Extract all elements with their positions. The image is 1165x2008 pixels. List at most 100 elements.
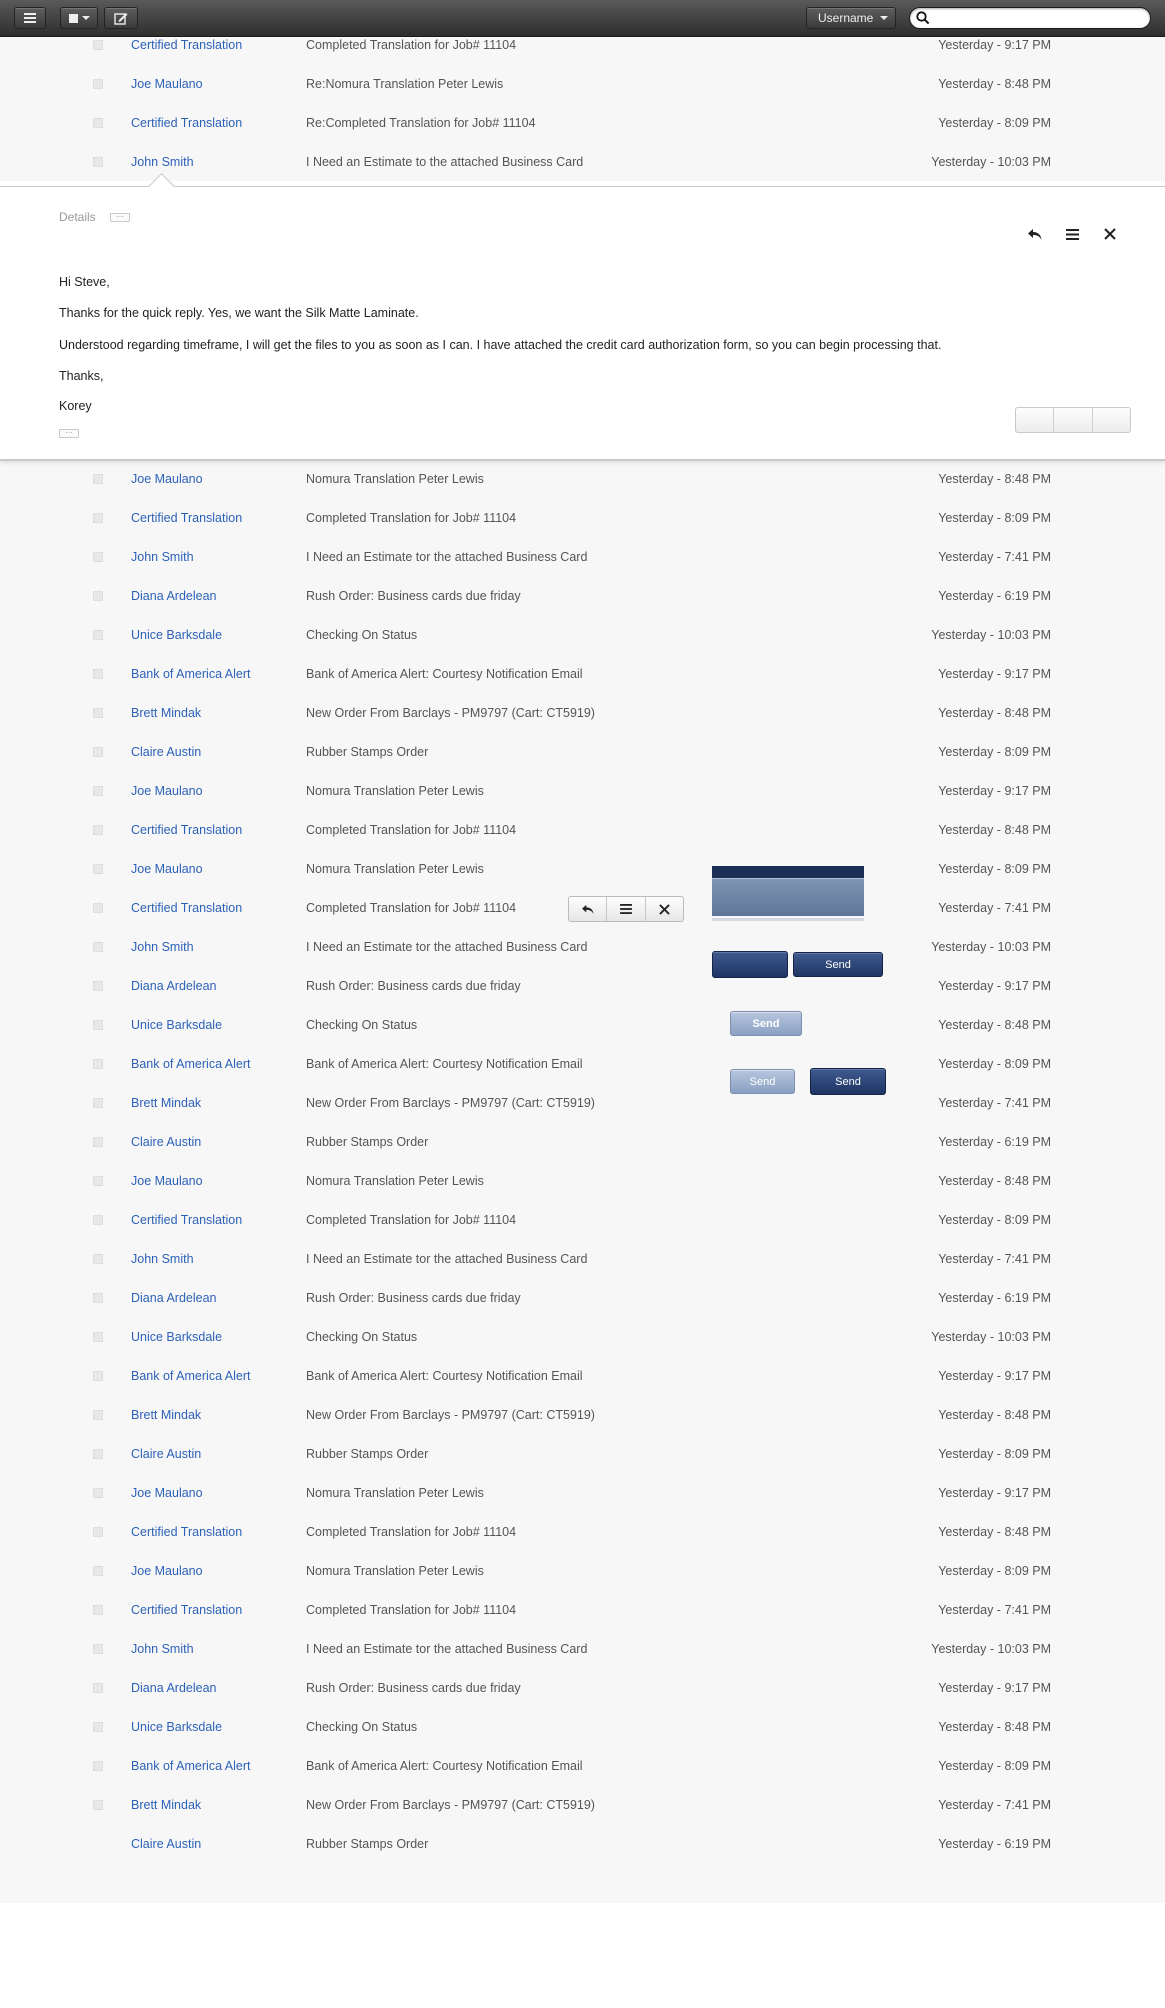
sender-link[interactable]: Certified Translation [131,1213,242,1227]
sender-link[interactable]: Joe Maulano [131,472,203,486]
sender-link[interactable]: Bank of America Alert [131,667,251,681]
username-dropdown[interactable]: Username [806,7,896,29]
row-checkbox[interactable] [93,786,103,796]
row-checkbox[interactable] [93,942,103,952]
message-row[interactable]: Joe Maulano Nomura Translation Peter Lewi… [0,459,1165,498]
row-checkbox[interactable] [93,1527,103,1537]
sender-link[interactable]: Diana Ardelean [131,1291,216,1305]
reply-button[interactable] [1022,221,1048,247]
row-checkbox[interactable] [93,1683,103,1693]
message-row[interactable]: Joe Maulano Nomura Translation Peter Lewi… [0,771,1165,810]
sender-link[interactable]: Unice Barksdale [131,628,222,642]
sender-link[interactable]: Joe Maulano [131,862,203,876]
sender-link[interactable]: Joe Maulano [131,1564,203,1578]
send-button-disabled[interactable]: Send [730,1069,795,1094]
search-box[interactable] [909,7,1151,29]
sender-link[interactable]: Certified Translation [131,1525,242,1539]
row-checkbox[interactable] [93,1488,103,1498]
row-checkbox[interactable] [93,118,103,128]
row-checkbox[interactable] [93,630,103,640]
row-checkbox[interactable] [93,157,103,167]
send-button-light[interactable]: Send [730,1011,802,1036]
blank-blue-button[interactable] [712,951,788,978]
sender-link[interactable]: Diana Ardelean [131,979,216,993]
message-row[interactable]: Unice Barksdale Checking On Status Yesterd… [0,1005,1165,1044]
row-checkbox[interactable] [93,864,103,874]
pane-menu-button[interactable] [1059,221,1085,247]
row-checkbox[interactable] [93,591,103,601]
row-checkbox[interactable] [93,1410,103,1420]
message-row[interactable]: Brett Mindak New Order From Barclays - PM… [0,1785,1165,1824]
sender-link[interactable]: Certified Translation [131,901,242,915]
row-checkbox[interactable] [93,1722,103,1732]
row-checkbox[interactable] [93,1449,103,1459]
message-row[interactable]: Certified Translation Completed Translati… [0,810,1165,849]
sender-link[interactable]: Claire Austin [131,1447,201,1461]
row-checkbox[interactable] [93,79,103,89]
message-row[interactable]: Diana Ardelean Rush Order: Business cards… [0,1278,1165,1317]
sender-link[interactable]: Unice Barksdale [131,1720,222,1734]
message-row[interactable]: Claire Austin Rubber Stamps Order Yesterda… [0,732,1165,771]
sender-link[interactable]: Brett Mindak [131,1408,201,1422]
row-checkbox[interactable] [93,1605,103,1615]
sender-link[interactable]: Joe Maulano [131,1486,203,1500]
menu-button[interactable] [607,897,646,921]
message-row[interactable]: John Smith I Need an Estimate tor the att… [0,927,1165,966]
message-row[interactable]: Certified Translation Completed Translati… [0,1512,1165,1551]
sender-link[interactable]: Claire Austin [131,1135,201,1149]
sender-link[interactable]: Bank of America Alert [131,1369,251,1383]
sender-link[interactable]: Certified Translation [131,823,242,837]
sender-link[interactable]: Joe Maulano [131,1174,203,1188]
message-row[interactable]: Claire Austin Rubber Stamps Order Yesterda… [0,1434,1165,1473]
close-button[interactable] [646,897,683,921]
sender-link[interactable]: John Smith [131,940,194,954]
row-checkbox[interactable] [93,903,103,913]
message-row[interactable]: John Smith I Need an Estimate to the atta… [0,142,1165,181]
details-toggle[interactable]: ··· [110,213,130,222]
sender-link[interactable]: Certified Translation [131,38,242,52]
row-checkbox[interactable] [93,1761,103,1771]
row-checkbox[interactable] [93,1371,103,1381]
message-row[interactable]: Unice Barksdale Checking On Status Yesterd… [0,1707,1165,1746]
send-button[interactable]: Send [810,1068,886,1095]
sender-link[interactable]: Certified Translation [131,1603,242,1617]
row-checkbox[interactable] [93,708,103,718]
sender-link[interactable]: Brett Mindak [131,1096,201,1110]
message-row[interactable]: Diana Ardelean Rush Order: Business cards… [0,1668,1165,1707]
message-row[interactable]: Certified Translation Completed Translati… [0,1200,1165,1239]
segment-button[interactable] [1054,408,1093,432]
sender-link[interactable]: Joe Maulano [131,784,203,798]
message-row[interactable]: Bank of America Alert Bank of America Ale… [0,1356,1165,1395]
message-row[interactable]: John Smith I Need an Estimate tor the att… [0,1239,1165,1278]
sender-link[interactable]: John Smith [131,1642,194,1656]
message-row[interactable]: Claire Austin Rubber Stamps Order Yesterda… [0,1824,1165,1863]
message-row[interactable]: Unice Barksdale Checking On Status Yesterd… [0,615,1165,654]
sender-link[interactable]: Joe Maulano [131,77,203,91]
sender-link[interactable]: Bank of America Alert [131,1057,251,1071]
row-checkbox[interactable] [93,1059,103,1069]
message-row[interactable]: Joe Maulano Re:Nomura Translation Peter L… [0,64,1165,103]
sender-link[interactable]: Brett Mindak [131,1798,201,1812]
sender-link[interactable]: Diana Ardelean [131,589,216,603]
details-label[interactable]: Details [59,210,96,224]
message-row[interactable]: Bank of America Alert Bank of America Ale… [0,1044,1165,1083]
row-checkbox[interactable] [93,1098,103,1108]
send-button[interactable]: Send [793,952,883,977]
sender-link[interactable]: Brett Mindak [131,706,201,720]
message-row[interactable]: Certified Translation Completed Translati… [0,498,1165,537]
message-row[interactable]: Brett Mindak New Order From Barclays - PM… [0,1395,1165,1434]
row-checkbox[interactable] [93,1566,103,1576]
row-checkbox[interactable] [93,669,103,679]
segment-button[interactable] [1093,408,1130,432]
row-checkbox[interactable] [93,1137,103,1147]
sender-link[interactable]: Bank of America Alert [131,1759,251,1773]
row-checkbox[interactable] [93,474,103,484]
row-checkbox[interactable] [93,1332,103,1342]
message-row[interactable]: Unice Barksdale Checking On Status Yesterd… [0,1317,1165,1356]
row-checkbox[interactable] [93,825,103,835]
message-row[interactable]: Joe Maulano Nomura Translation Peter Lewi… [0,1551,1165,1590]
sender-link[interactable]: Certified Translation [131,511,242,525]
message-row[interactable]: Joe Maulano Nomura Translation Peter Lewi… [0,1161,1165,1200]
sender-link[interactable]: John Smith [131,1252,194,1266]
message-row[interactable]: Diana Ardelean Rush Order: Business cards… [0,966,1165,1005]
